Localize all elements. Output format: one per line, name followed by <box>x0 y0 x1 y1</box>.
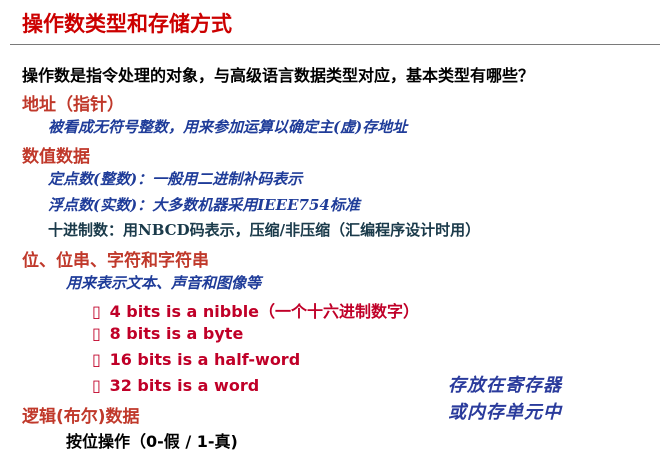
logic-description: 按位操作（0-假 / 1-真) <box>66 432 238 451</box>
storage-note-line2: 或内存单元中 <box>448 402 562 423</box>
question-text: 操作数是指令处理的对象，与高级语言数据类型对应，基本类型有哪些？ <box>22 66 535 85</box>
storage-note-line1: 存放在寄存器 <box>448 375 562 396</box>
bullet-box-icon: ▯ <box>92 350 101 369</box>
floating-point-text: 浮点数(实数)：大多数机器采用IEEE754标准 <box>48 196 360 214</box>
heading-address: 地址（指针） <box>22 95 124 115</box>
bullet-box-icon: ▯ <box>92 324 101 343</box>
bullet-item: ▯ 4 bits is a nibble（一个十六进制数字） <box>92 298 419 322</box>
bullet-item: ▯ 32 bits is a word <box>92 376 259 395</box>
bullet-item: ▯ 8 bits is a byte <box>92 324 243 343</box>
slide-title: 操作数类型和存储方式 <box>22 12 232 36</box>
title-divider <box>10 44 660 45</box>
fixed-point-text: 定点数(整数)：一般用二进制补码表示 <box>48 170 303 188</box>
bullet-item-text: 32 bits is a word <box>109 376 260 395</box>
bullet-item-text: 16 bits is a half-word <box>109 350 301 369</box>
bits-description: 用来表示文本、声音和图像等 <box>66 274 262 292</box>
heading-logic: 逻辑(布尔)数据 <box>22 407 140 427</box>
address-description: 被看成无符号整数，用来参加运算以确定主(虚)存地址 <box>48 118 408 136</box>
heading-bits: 位、位串、字符和字符串 <box>22 251 209 271</box>
heading-numeric: 数值数据 <box>22 147 90 167</box>
bullet-item: ▯ 16 bits is a half-word <box>92 350 300 369</box>
bullet-box-icon: ▯ <box>92 302 101 321</box>
bullet-box-icon: ▯ <box>92 376 101 395</box>
decimal-text: 十进制数：用NBCD码表示，压缩/非压缩（汇编程序设计时用） <box>48 221 481 239</box>
bullet-item-text: 4 bits is a nibble（一个十六进制数字） <box>109 302 420 321</box>
bullet-item-text: 8 bits is a byte <box>109 324 244 343</box>
